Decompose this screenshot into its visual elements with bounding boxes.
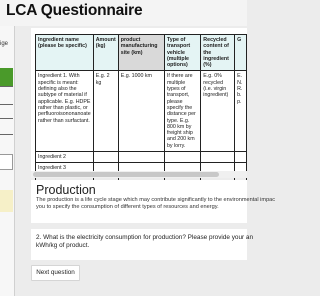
sidebar-row-line (0, 86, 13, 87)
table-cell[interactable]: E.g. 1000 km (117, 70, 165, 153)
table-cell[interactable] (92, 151, 119, 164)
column-header: Amount (kg) (92, 33, 119, 72)
left-sidebar: ige (0, 26, 15, 296)
sidebar-green-header (0, 68, 13, 86)
table-cell[interactable] (117, 151, 165, 164)
table-cell[interactable] (163, 151, 202, 164)
sidebar-row-line (0, 134, 13, 135)
table-cell[interactable]: E.g. 2 kg (92, 70, 119, 153)
next-question-button[interactable]: Next question (31, 265, 80, 281)
column-header: product manufacturing site (km) (117, 33, 165, 72)
question-card: 2. What is the electricity consumption f… (31, 229, 253, 260)
sidebar-highlight (0, 190, 13, 212)
table-cell[interactable] (234, 151, 247, 164)
table-cell[interactable]: Ingredient 2 (35, 151, 94, 164)
scrollbar-thumb[interactable] (33, 172, 219, 177)
description-line: you to specify the consumption of differ… (36, 204, 219, 210)
table-header-row: Ingredient name (please be specific) Amo… (35, 33, 247, 72)
sidebar-row-line (0, 104, 13, 105)
horizontal-scrollbar[interactable] (31, 171, 247, 178)
column-header: Type of transport vehicle (multiple opti… (163, 33, 202, 72)
question-line: 2. What is the electricity consumption f… (36, 234, 254, 241)
section-heading: Production (36, 183, 96, 197)
page-title: LCA Questionnaire (6, 2, 143, 19)
table-cell[interactable] (200, 151, 236, 164)
table-cell[interactable]: E.g. 0% recycled (i.e. virgin ingredient… (200, 70, 236, 153)
question-text: 2. What is the electricity consumption f… (36, 234, 256, 251)
table-cell[interactable]: E. N. R. b. p. (234, 70, 247, 153)
column-header: Recycled content of the ingredient (%) (200, 33, 236, 72)
table-row: Ingredient 1. With specific is meant: de… (35, 70, 247, 153)
table-cell[interactable]: Ingredient 1. With specific is meant: de… (35, 70, 94, 153)
table-cell[interactable]: If there are multiple types of transport… (163, 70, 202, 153)
question-line: kWh/kg of product. (36, 242, 90, 250)
column-header: Ingredient name (please be specific) (35, 33, 94, 72)
sidebar-text-fragment: ige (0, 41, 9, 47)
page-header: LCA Questionnaire (0, 0, 247, 26)
section-description: The production is a life cycle stage whi… (36, 197, 275, 211)
description-line: The production is a life cycle stage whi… (36, 197, 276, 203)
sidebar-row-line (0, 118, 13, 119)
production-section: Production The production is a life cycl… (31, 180, 275, 223)
ingredients-table: Ingredient name (please be specific) Amo… (35, 33, 247, 186)
sidebar-input-box[interactable] (0, 154, 13, 170)
column-header: G (234, 33, 247, 72)
table-row: Ingredient 2 (35, 151, 247, 164)
